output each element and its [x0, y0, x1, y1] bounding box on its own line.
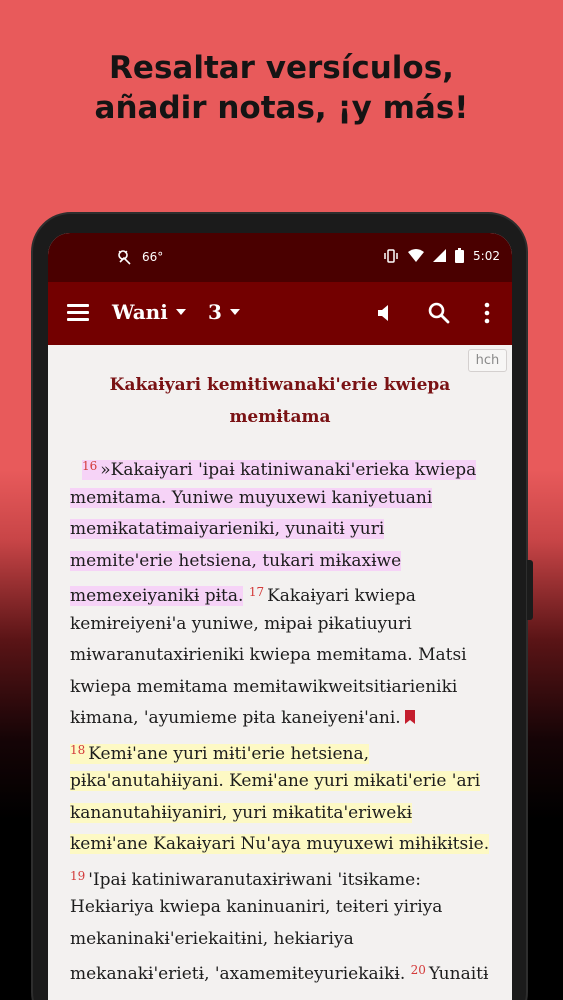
chapter-selector[interactable]: 3 [208, 300, 240, 324]
status-left: 66° [116, 249, 163, 265]
headline-line-2: añadir notas, ¡y más! [94, 90, 469, 126]
text-line[interactable]: kemɨreiyenɨ'a yuniwe, mɨpaɨ pɨkatiuyuri [70, 609, 510, 641]
status-right: 5:02 [383, 248, 500, 263]
section-title-line-1: Kakaɨyari kemɨtiwanaki'erie kwiepa [109, 375, 451, 395]
chapter-dropdown-caret-icon [229, 309, 240, 315]
reading-pane[interactable]: hch Kakaɨyari kemɨtiwanaki'erie kwiepa m… [48, 345, 512, 1000]
text-line[interactable]: kemɨ'ane Kakaɨyari Nu'aya muyuxewi mɨhɨk… [70, 829, 510, 861]
text-line[interactable]: kananutahɨiyaniri, yuri mɨkatita'eriwekɨ [70, 798, 510, 830]
text-line[interactable]: memite'erie hetsiena, tukari mɨkaxɨwe [70, 546, 510, 578]
text-line[interactable]: memɨtama. Yuniwe muyuxewi kaniyetuani [70, 483, 510, 515]
verse-number[interactable]: 20 [411, 963, 426, 977]
scripture-text: 16 »Kakaɨyari 'ipaɨ katiniwanaki'erieka k… [70, 451, 510, 987]
book-dropdown-caret-icon [175, 309, 186, 315]
text-line[interactable]: 18 Kemɨ'ane yuri mɨti'erie hetsiena, [70, 735, 510, 767]
headline: Resaltar versículos, añadir notas, ¡y má… [0, 48, 563, 128]
verse-16-highlight[interactable]: 16 »Kakaɨyari 'ipaɨ katiniwanaki'erieka k… [82, 459, 477, 480]
section-title-line-2: memɨtama [229, 407, 331, 427]
more-vert-icon[interactable] [474, 300, 500, 326]
app-bar: Wani 3 [48, 282, 512, 345]
search-icon[interactable] [426, 300, 452, 326]
text-line[interactable]: Hekɨariya kwiepa kaninuaniri, teɨteri yi… [70, 892, 510, 924]
text-line[interactable]: kɨmana, 'ayumieme pɨta kaneiyenɨ'ani. [70, 703, 510, 735]
speaker-icon[interactable] [372, 300, 398, 326]
text-line[interactable]: kwiepa memɨtama memɨtawikweitsitɨarienik… [70, 672, 510, 704]
headline-line-1: Resaltar versículos, [109, 50, 454, 86]
text-line[interactable]: 16 »Kakaɨyari 'ipaɨ katiniwanaki'erieka k… [70, 451, 510, 483]
text-line[interactable]: mɨwaranutaxɨrieniki kwiepa memɨtama. Mat… [70, 640, 510, 672]
text-line[interactable]: mekaninakɨ'eriekaitɨni, hekɨariya [70, 924, 510, 956]
text-line[interactable]: memɨkatatɨmaiyarieniki, yunaitɨ yuri [70, 514, 510, 546]
bookmark-icon[interactable] [404, 710, 415, 724]
text-line[interactable]: 19 'Ipaɨ katiniwaranutaxɨrɨwani 'itsɨkame… [70, 861, 510, 893]
phone-screen: 66° 5:02 Wani 3 hch Kakaɨyari kemɨtiwana… [48, 233, 512, 1000]
book-name: Wani [112, 300, 168, 324]
verse-number[interactable]: 19 [70, 869, 85, 883]
weather-icon [118, 250, 131, 265]
verse-number[interactable]: 16 [82, 459, 97, 473]
battery-icon [455, 248, 465, 263]
text-line[interactable]: pɨka'anutahɨiyani. Kemɨ'ane yuri mɨkati'… [70, 766, 510, 798]
vibrate-icon [384, 248, 398, 263]
text-line[interactable]: memexeiyanikɨ pɨta. 17 Kakaɨyari kwiepa [70, 577, 510, 609]
verse-number[interactable]: 18 [70, 743, 85, 757]
text-line[interactable]: mekanakɨ'erietɨ, 'axamemɨteyuriekaikɨ. 2… [70, 955, 510, 987]
section-title: Kakaɨyari kemɨtiwanaki'erie kwiepa memɨt… [78, 369, 482, 433]
signal-icon [433, 249, 447, 262]
menu-icon[interactable] [67, 304, 89, 322]
status-bar: 66° 5:02 [48, 233, 512, 282]
book-selector[interactable]: Wani [112, 300, 186, 324]
verse-number[interactable]: 17 [249, 585, 264, 599]
chapter-number: 3 [208, 300, 222, 324]
clock: 5:02 [473, 248, 500, 263]
wifi-icon [408, 249, 425, 262]
temperature: 66° [142, 250, 164, 264]
verse-18-highlight[interactable]: 18 Kemɨ'ane yuri mɨti'erie hetsiena, [70, 743, 370, 764]
phone-side-button [527, 560, 533, 620]
